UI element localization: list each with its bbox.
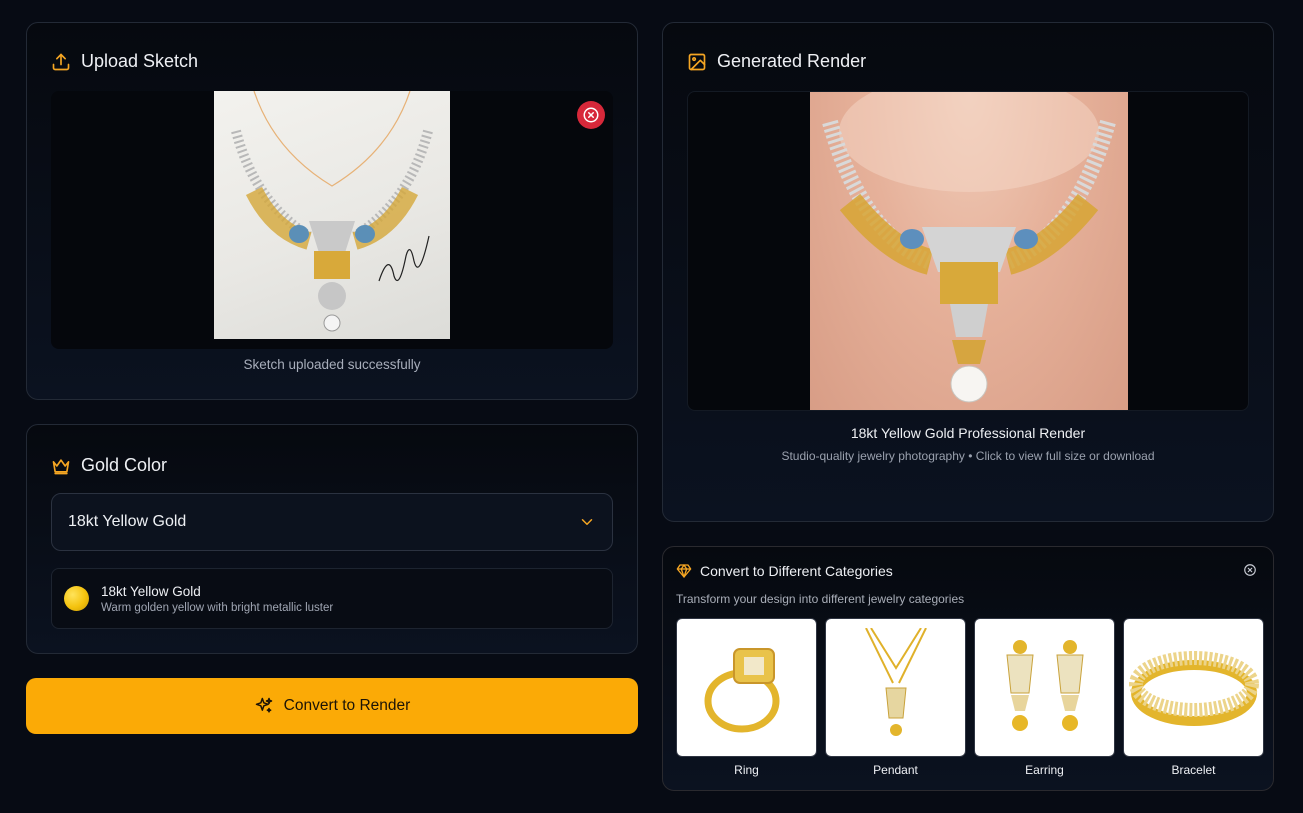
crown-icon — [52, 458, 70, 474]
category-label: Ring — [734, 763, 759, 777]
generated-render-card: Generated Render 18kt Yellow Gold Profes… — [662, 22, 1274, 522]
pendant-thumbnail[interactable] — [825, 618, 966, 757]
gold-swatch — [64, 586, 89, 611]
upload-icon — [52, 53, 70, 70]
category-pendant[interactable]: Pendant — [825, 618, 966, 777]
diamond-icon — [676, 564, 692, 578]
gold-color-card: Gold Color 18kt Yellow Gold 18kt Yellow … — [26, 424, 638, 654]
pendant-icon — [864, 627, 927, 736]
categories-card: Convert to Different Categories Transfor… — [662, 546, 1274, 791]
sketch-image — [214, 91, 450, 339]
gold-color-selected-value: 18kt Yellow Gold — [68, 513, 187, 530]
category-ring[interactable]: Ring — [676, 618, 817, 777]
render-subcaption: Studio-quality jewelry photography • Cli… — [781, 449, 1155, 463]
bracelet-icon — [1128, 650, 1259, 726]
gold-color-title: Gold Color — [51, 455, 167, 476]
category-bracelet[interactable]: Bracelet — [1123, 618, 1264, 777]
ring-icon — [704, 647, 779, 732]
bracelet-thumbnail[interactable] — [1123, 618, 1264, 757]
convert-to-render-button[interactable]: Convert to Render — [26, 678, 638, 734]
upload-sketch-title: Upload Sketch — [51, 51, 198, 72]
generated-render-title-text: Generated Render — [717, 51, 867, 71]
gold-info-description: Warm golden yellow with bright metallic … — [101, 601, 334, 614]
ring-thumbnail[interactable] — [676, 618, 817, 757]
close-circle-icon — [583, 107, 599, 123]
category-earring[interactable]: Earring — [974, 618, 1115, 777]
upload-sketch-card: Upload Sketch Sketch uploaded successful… — [26, 22, 638, 400]
category-label: Earring — [1025, 763, 1064, 777]
earring-icon — [1005, 639, 1084, 731]
categories-title: Convert to Different Categories — [676, 563, 893, 579]
gold-color-select[interactable]: 18kt Yellow Gold — [51, 493, 613, 551]
upload-sketch-title-text: Upload Sketch — [81, 51, 199, 71]
categories-grid: Ring Pendant Earring Bracelet — [676, 618, 1264, 777]
gold-color-info: 18kt Yellow Gold Warm golden yellow with… — [51, 568, 613, 629]
gold-info-name: 18kt Yellow Gold — [101, 583, 201, 599]
category-label: Pendant — [873, 763, 918, 777]
categories-title-text: Convert to Different Categories — [700, 563, 893, 579]
earring-thumbnail[interactable] — [974, 618, 1115, 757]
category-label: Bracelet — [1171, 763, 1216, 777]
upload-status-text: Sketch uploaded successfully — [243, 357, 421, 372]
render-preview-area[interactable] — [687, 91, 1249, 411]
sparkles-icon — [255, 697, 272, 713]
close-circle-icon — [1244, 564, 1256, 576]
gold-color-title-text: Gold Color — [81, 455, 168, 475]
render-caption: 18kt Yellow Gold Professional Render — [850, 425, 1086, 441]
convert-button-label: Convert to Render — [283, 697, 411, 714]
remove-sketch-button[interactable] — [577, 101, 605, 129]
render-image[interactable] — [810, 92, 1128, 410]
chevron-down-icon — [581, 519, 593, 525]
categories-subtitle: Transform your design into different jew… — [676, 592, 965, 606]
image-icon — [688, 53, 706, 70]
sketch-preview-area — [51, 91, 613, 349]
categories-close-button[interactable] — [1243, 563, 1257, 582]
generated-render-title: Generated Render — [687, 51, 866, 72]
